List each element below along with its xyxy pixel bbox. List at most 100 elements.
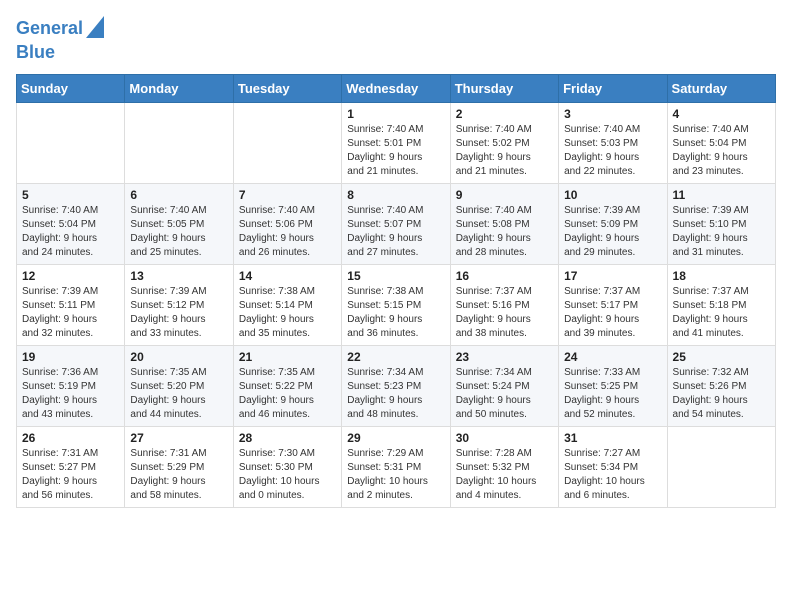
calendar-cell: 29 Sunrise: 7:29 AM Sunset: 5:31 PM Dayli… xyxy=(342,427,450,508)
calendar-week-4: 19 Sunrise: 7:36 AM Sunset: 5:19 PM Dayli… xyxy=(17,346,776,427)
day-info: Sunrise: 7:34 AM Sunset: 5:24 PM Dayligh… xyxy=(456,366,553,422)
day-number: 9 xyxy=(456,188,553,202)
calendar-cell: 26 Sunrise: 7:31 AM Sunset: 5:27 PM Dayli… xyxy=(17,427,125,508)
calendar-cell: 3Sunrise: 7:40 AM Sunset: 5:03 PM Daylig… xyxy=(559,103,667,184)
day-number: 15 xyxy=(347,269,444,283)
day-info: Sunrise: 7:29 AM Sunset: 5:31 PM Dayligh… xyxy=(347,447,444,503)
calendar-cell: 28 Sunrise: 7:30 AM Sunset: 5:30 PM Dayli… xyxy=(233,427,341,508)
day-number: 21 xyxy=(239,350,336,364)
day-info: Sunrise: 7:39 AM Sunset: 5:10 PM Dayligh… xyxy=(673,204,770,260)
calendar-cell: 5 Sunrise: 7:40 AM Sunset: 5:04 PM Daylig… xyxy=(17,184,125,265)
calendar-header: SundayMondayTuesdayWednesdayThursdayFrid… xyxy=(17,75,776,103)
day-info: Sunrise: 7:40 AM Sunset: 5:05 PM Dayligh… xyxy=(130,204,227,260)
logo-text-line1: General xyxy=(16,19,83,39)
day-number: 13 xyxy=(130,269,227,283)
calendar-cell: 16 Sunrise: 7:37 AM Sunset: 5:16 PM Dayli… xyxy=(450,265,558,346)
calendar-cell: 15 Sunrise: 7:38 AM Sunset: 5:15 PM Dayli… xyxy=(342,265,450,346)
day-number: 2 xyxy=(456,107,553,121)
day-info: Sunrise: 7:37 AM Sunset: 5:17 PM Dayligh… xyxy=(564,285,661,341)
day-info: Sunrise: 7:39 AM Sunset: 5:12 PM Dayligh… xyxy=(130,285,227,341)
day-info: Sunrise: 7:40 AM Sunset: 5:04 PM Dayligh… xyxy=(22,204,119,260)
day-number: 18 xyxy=(673,269,770,283)
day-info: Sunrise: 7:40 AM Sunset: 5:08 PM Dayligh… xyxy=(456,204,553,260)
day-number: 22 xyxy=(347,350,444,364)
calendar-week-3: 12 Sunrise: 7:39 AM Sunset: 5:11 PM Dayli… xyxy=(17,265,776,346)
calendar-cell: 25Sunrise: 7:32 AM Sunset: 5:26 PM Dayli… xyxy=(667,346,775,427)
day-number: 29 xyxy=(347,431,444,445)
day-number: 24 xyxy=(564,350,661,364)
day-info: Sunrise: 7:31 AM Sunset: 5:29 PM Dayligh… xyxy=(130,447,227,503)
logo-triangle-icon xyxy=(86,16,104,38)
weekday-header-saturday: Saturday xyxy=(667,75,775,103)
day-number: 20 xyxy=(130,350,227,364)
day-number: 19 xyxy=(22,350,119,364)
weekday-header-thursday: Thursday xyxy=(450,75,558,103)
day-number: 11 xyxy=(673,188,770,202)
calendar-cell: 9 Sunrise: 7:40 AM Sunset: 5:08 PM Daylig… xyxy=(450,184,558,265)
day-number: 12 xyxy=(22,269,119,283)
calendar-cell: 11 Sunrise: 7:39 AM Sunset: 5:10 PM Dayli… xyxy=(667,184,775,265)
day-number: 28 xyxy=(239,431,336,445)
day-info: Sunrise: 7:35 AM Sunset: 5:22 PM Dayligh… xyxy=(239,366,336,422)
calendar-cell: 8 Sunrise: 7:40 AM Sunset: 5:07 PM Daylig… xyxy=(342,184,450,265)
calendar-cell: 30 Sunrise: 7:28 AM Sunset: 5:32 PM Dayli… xyxy=(450,427,558,508)
weekday-header-friday: Friday xyxy=(559,75,667,103)
day-number: 23 xyxy=(456,350,553,364)
calendar-cell: 2 Sunrise: 7:40 AM Sunset: 5:02 PM Daylig… xyxy=(450,103,558,184)
day-number: 6 xyxy=(130,188,227,202)
day-info: Sunrise: 7:30 AM Sunset: 5:30 PM Dayligh… xyxy=(239,447,336,503)
day-number: 31 xyxy=(564,431,661,445)
calendar-cell xyxy=(17,103,125,184)
calendar-week-1: 1Sunrise: 7:40 AM Sunset: 5:01 PM Daylig… xyxy=(17,103,776,184)
day-number: 5 xyxy=(22,188,119,202)
day-info: Sunrise: 7:37 AM Sunset: 5:18 PM Dayligh… xyxy=(673,285,770,341)
calendar-cell: 27 Sunrise: 7:31 AM Sunset: 5:29 PM Dayli… xyxy=(125,427,233,508)
calendar-cell: 1Sunrise: 7:40 AM Sunset: 5:01 PM Daylig… xyxy=(342,103,450,184)
day-info: Sunrise: 7:40 AM Sunset: 5:03 PM Dayligh… xyxy=(564,123,661,179)
calendar-cell: 6 Sunrise: 7:40 AM Sunset: 5:05 PM Daylig… xyxy=(125,184,233,265)
calendar-table: SundayMondayTuesdayWednesdayThursdayFrid… xyxy=(16,74,776,508)
calendar-cell: 20 Sunrise: 7:35 AM Sunset: 5:20 PM Dayli… xyxy=(125,346,233,427)
day-info: Sunrise: 7:40 AM Sunset: 5:04 PM Dayligh… xyxy=(673,123,770,179)
day-info: Sunrise: 7:32 AM Sunset: 5:26 PM Dayligh… xyxy=(673,366,770,422)
calendar-cell xyxy=(233,103,341,184)
day-number: 26 xyxy=(22,431,119,445)
calendar-cell: 7Sunrise: 7:40 AM Sunset: 5:06 PM Daylig… xyxy=(233,184,341,265)
weekday-row: SundayMondayTuesdayWednesdayThursdayFrid… xyxy=(17,75,776,103)
calendar-cell: 22Sunrise: 7:34 AM Sunset: 5:23 PM Dayli… xyxy=(342,346,450,427)
day-number: 4 xyxy=(673,107,770,121)
day-info: Sunrise: 7:35 AM Sunset: 5:20 PM Dayligh… xyxy=(130,366,227,422)
weekday-header-wednesday: Wednesday xyxy=(342,75,450,103)
day-number: 17 xyxy=(564,269,661,283)
day-info: Sunrise: 7:31 AM Sunset: 5:27 PM Dayligh… xyxy=(22,447,119,503)
day-info: Sunrise: 7:38 AM Sunset: 5:15 PM Dayligh… xyxy=(347,285,444,341)
day-info: Sunrise: 7:28 AM Sunset: 5:32 PM Dayligh… xyxy=(456,447,553,503)
day-number: 27 xyxy=(130,431,227,445)
day-info: Sunrise: 7:40 AM Sunset: 5:07 PM Dayligh… xyxy=(347,204,444,260)
day-number: 8 xyxy=(347,188,444,202)
calendar-cell: 19 Sunrise: 7:36 AM Sunset: 5:19 PM Dayli… xyxy=(17,346,125,427)
calendar-cell: 13 Sunrise: 7:39 AM Sunset: 5:12 PM Dayli… xyxy=(125,265,233,346)
calendar-body: 1Sunrise: 7:40 AM Sunset: 5:01 PM Daylig… xyxy=(17,103,776,508)
logo-text-line2: Blue xyxy=(16,43,104,63)
calendar-cell: 18 Sunrise: 7:37 AM Sunset: 5:18 PM Dayli… xyxy=(667,265,775,346)
calendar-cell: 23 Sunrise: 7:34 AM Sunset: 5:24 PM Dayli… xyxy=(450,346,558,427)
weekday-header-tuesday: Tuesday xyxy=(233,75,341,103)
calendar-cell xyxy=(125,103,233,184)
day-info: Sunrise: 7:39 AM Sunset: 5:11 PM Dayligh… xyxy=(22,285,119,341)
day-info: Sunrise: 7:40 AM Sunset: 5:01 PM Dayligh… xyxy=(347,123,444,179)
day-number: 16 xyxy=(456,269,553,283)
calendar-cell: 12 Sunrise: 7:39 AM Sunset: 5:11 PM Dayli… xyxy=(17,265,125,346)
day-info: Sunrise: 7:40 AM Sunset: 5:06 PM Dayligh… xyxy=(239,204,336,260)
calendar-cell: 24Sunrise: 7:33 AM Sunset: 5:25 PM Dayli… xyxy=(559,346,667,427)
logo: General Blue xyxy=(16,16,104,62)
calendar-cell xyxy=(667,427,775,508)
calendar-cell: 10Sunrise: 7:39 AM Sunset: 5:09 PM Dayli… xyxy=(559,184,667,265)
weekday-header-sunday: Sunday xyxy=(17,75,125,103)
calendar-week-2: 5 Sunrise: 7:40 AM Sunset: 5:04 PM Daylig… xyxy=(17,184,776,265)
day-info: Sunrise: 7:36 AM Sunset: 5:19 PM Dayligh… xyxy=(22,366,119,422)
day-info: Sunrise: 7:37 AM Sunset: 5:16 PM Dayligh… xyxy=(456,285,553,341)
day-number: 30 xyxy=(456,431,553,445)
day-info: Sunrise: 7:40 AM Sunset: 5:02 PM Dayligh… xyxy=(456,123,553,179)
day-number: 14 xyxy=(239,269,336,283)
